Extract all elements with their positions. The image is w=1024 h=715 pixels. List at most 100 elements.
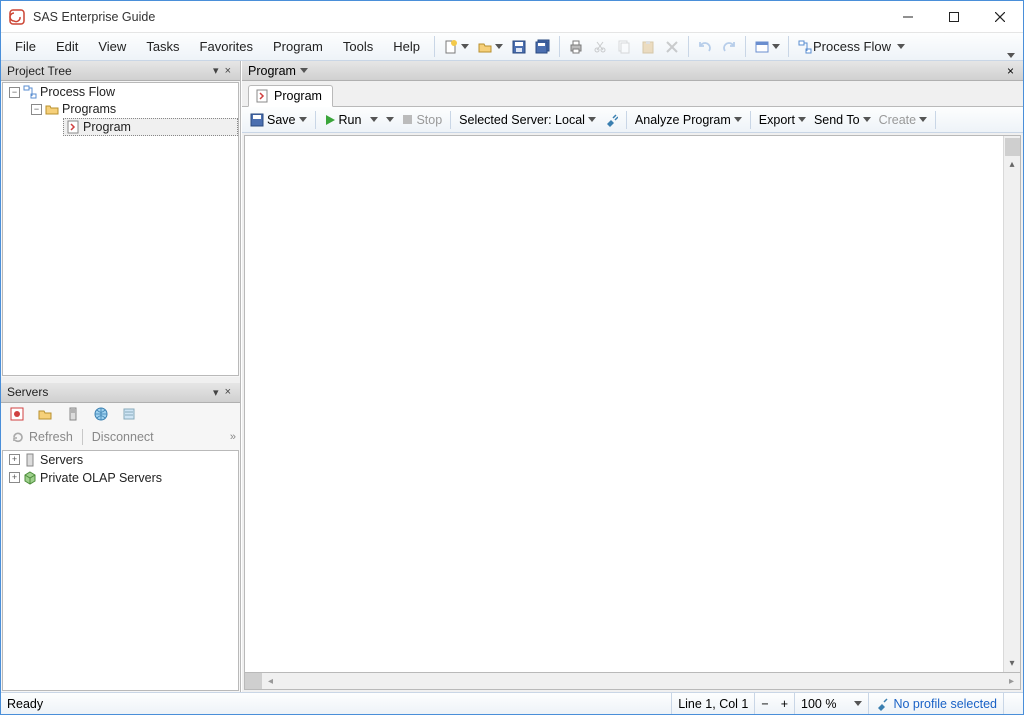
pin-button[interactable]: ▾: [210, 386, 222, 399]
tab-strip: Program: [242, 81, 1023, 107]
code-editor[interactable]: ▴ ▾: [244, 135, 1021, 673]
tree-node-olap[interactable]: + Private OLAP Servers: [7, 470, 238, 486]
app-icon: [9, 9, 25, 25]
create-button[interactable]: Create: [875, 113, 932, 127]
menu-help[interactable]: Help: [383, 33, 430, 60]
print-button[interactable]: [565, 35, 587, 58]
save-button[interactable]: Save: [246, 113, 311, 127]
floppy-multi-icon: [535, 39, 551, 55]
document-close-button[interactable]: ×: [1004, 64, 1017, 78]
caret-icon[interactable]: [300, 68, 308, 73]
close-button[interactable]: [977, 1, 1023, 33]
layout-button[interactable]: [751, 35, 783, 58]
panel-close-button[interactable]: ×: [222, 65, 234, 77]
servers-label: Servers: [7, 385, 48, 399]
scroll-corner: [245, 673, 262, 689]
scroll-thumb[interactable]: [1005, 138, 1020, 156]
server-icon[interactable]: [62, 406, 84, 422]
list-icon[interactable]: [118, 406, 140, 422]
server-connect-icon[interactable]: [6, 406, 28, 422]
connection-icon-button[interactable]: [600, 113, 622, 127]
zoom-out-button[interactable]: −: [754, 693, 774, 714]
menu-edit[interactable]: Edit: [46, 33, 88, 60]
cube-icon: [23, 471, 37, 485]
scissors-icon: [592, 39, 608, 55]
profile-button[interactable]: No profile selected: [868, 693, 1003, 714]
paste-icon: [640, 39, 656, 55]
scroll-down-icon[interactable]: ▾: [1004, 655, 1021, 672]
collapse-icon[interactable]: −: [31, 104, 42, 115]
expand-icon[interactable]: +: [9, 454, 20, 465]
globe-icon[interactable]: [90, 406, 112, 422]
document-title-bar: Program ×: [242, 61, 1023, 81]
scroll-left-icon[interactable]: ◂: [262, 673, 279, 689]
export-button[interactable]: Export: [755, 113, 810, 127]
stop-button[interactable]: Stop: [398, 113, 446, 127]
tree-node-process-flow[interactable]: − Process Flow: [7, 84, 238, 100]
cut-button[interactable]: [589, 35, 611, 58]
menu-tasks[interactable]: Tasks: [136, 33, 189, 60]
delete-button[interactable]: [661, 35, 683, 58]
run-button[interactable]: Run: [320, 113, 383, 127]
disconnect-button[interactable]: Disconnect: [86, 428, 160, 446]
scroll-up-icon[interactable]: ▴: [1004, 156, 1021, 173]
caret-icon: [854, 701, 862, 706]
undo-button[interactable]: [694, 35, 716, 58]
export-label: Export: [759, 113, 795, 127]
maximize-button[interactable]: [931, 1, 977, 33]
folder-icon: [45, 102, 59, 116]
tree-node-program[interactable]: Program: [63, 118, 238, 136]
servers-toolbar: [1, 403, 240, 425]
process-flow-label: Process Flow: [813, 39, 891, 54]
project-tree-label: Project Tree: [7, 64, 72, 78]
flow-icon: [23, 85, 37, 99]
servers-title: Servers ▾ ×: [1, 383, 240, 403]
menu-favorites[interactable]: Favorites: [190, 33, 263, 60]
app-window: SAS Enterprise Guide File Edit View Task…: [0, 0, 1024, 715]
panel-close-button[interactable]: ×: [222, 386, 234, 398]
menu-view[interactable]: View: [88, 33, 136, 60]
menu-tools[interactable]: Tools: [333, 33, 383, 60]
status-bar: Ready Line 1, Col 1 − + 100 % No profile…: [1, 692, 1023, 714]
undo-icon: [697, 39, 713, 55]
menu-file[interactable]: File: [5, 33, 46, 60]
plug-icon: [604, 113, 618, 127]
menu-program[interactable]: Program: [263, 33, 333, 60]
zoom-level[interactable]: 100 %: [794, 693, 868, 714]
toolbar-overflow[interactable]: [1003, 33, 1019, 60]
open-button[interactable]: [474, 35, 506, 58]
chevrons-icon[interactable]: »: [230, 431, 236, 443]
horizontal-scrollbar[interactable]: ◂ ▸: [244, 673, 1021, 690]
tab-program[interactable]: Program: [248, 85, 333, 107]
pin-button[interactable]: ▾: [210, 64, 222, 77]
minimize-button[interactable]: [885, 1, 931, 33]
selected-server-button[interactable]: Selected Server: Local: [455, 113, 600, 127]
paste-button[interactable]: [637, 35, 659, 58]
folder-icon[interactable]: [34, 406, 56, 422]
zoom-in-button[interactable]: +: [775, 693, 794, 714]
caret-icon[interactable]: [386, 117, 394, 122]
save-button[interactable]: [508, 35, 530, 58]
resize-grip[interactable]: [1003, 693, 1017, 714]
copy-button[interactable]: [613, 35, 635, 58]
redo-button[interactable]: [718, 35, 740, 58]
send-to-button[interactable]: Send To: [810, 113, 875, 127]
vertical-scrollbar[interactable]: ▴ ▾: [1003, 136, 1020, 672]
floppy-icon: [250, 113, 264, 127]
analyze-button[interactable]: Analyze Program: [631, 113, 746, 127]
caret-icon: [370, 117, 378, 122]
new-button[interactable]: [440, 35, 472, 58]
servers-tree[interactable]: + Servers + Private OLAP Servers: [2, 450, 239, 692]
tree-node-programs[interactable]: − Programs: [29, 101, 238, 117]
tab-label: Program: [274, 89, 322, 103]
scroll-right-icon[interactable]: ▸: [1003, 673, 1020, 689]
refresh-button[interactable]: Refresh: [5, 428, 79, 446]
document-title: Program: [248, 64, 296, 78]
tree-node-servers[interactable]: + Servers: [7, 452, 238, 468]
expand-icon[interactable]: +: [9, 472, 20, 483]
process-flow-button[interactable]: Process Flow: [794, 35, 908, 58]
collapse-icon[interactable]: −: [9, 87, 20, 98]
project-tree[interactable]: − Process Flow − Programs: [2, 82, 239, 376]
save-all-button[interactable]: [532, 35, 554, 58]
caret-icon: [734, 117, 742, 122]
